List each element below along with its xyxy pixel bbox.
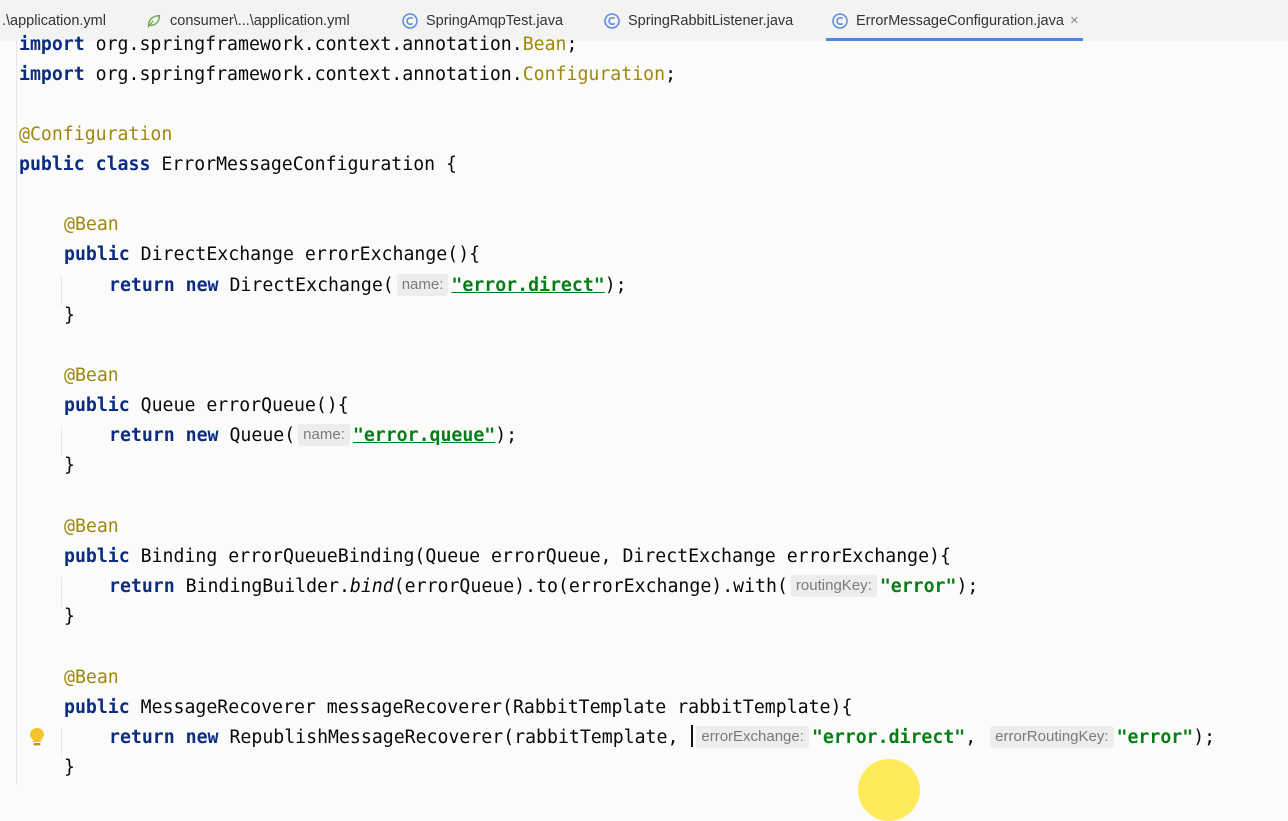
- code-line: }: [64, 455, 75, 476]
- code-line: }: [64, 606, 75, 627]
- code-line: @Bean: [64, 516, 119, 537]
- param-hint: name:: [298, 424, 350, 446]
- indent-guide: [61, 276, 62, 306]
- code-line-current: return new RepublishMessageRecoverer(rab…: [109, 725, 1216, 748]
- code-line: return BindingBuilder.bind(errorQueue).t…: [109, 575, 979, 597]
- mouse-cursor-highlight: [858, 759, 920, 821]
- lightbulb-icon[interactable]: [28, 727, 46, 747]
- code-line: @Bean: [64, 667, 119, 688]
- code-line: import org.springframework.context.annot…: [19, 34, 578, 55]
- indent-guide: [61, 577, 62, 607]
- code-line: public class ErrorMessageConfiguration {: [19, 154, 458, 175]
- class-c-icon: [402, 12, 418, 29]
- tab-errormessageconfiguration[interactable]: ErrorMessageConfiguration.java ×: [826, 0, 1083, 41]
- indent-guide: [61, 426, 62, 456]
- code-line: }: [64, 757, 75, 778]
- code-line: @Bean: [64, 365, 119, 386]
- spring-leaf-icon: [146, 13, 162, 29]
- close-icon[interactable]: ×: [1070, 12, 1079, 29]
- class-c-icon: [604, 12, 620, 29]
- param-hint: name:: [396, 274, 449, 296]
- param-hint: errorExchange:: [696, 726, 809, 748]
- code-editor[interactable]: import org.springframework.context.annot…: [0, 34, 1288, 821]
- tab-label: consumer\...\application.yml: [170, 12, 350, 29]
- code-line: public Binding errorQueueBinding(Queue e…: [64, 546, 951, 567]
- indent-guide: [16, 41, 17, 785]
- indent-guide: [61, 728, 62, 758]
- code-line: @Configuration: [19, 124, 173, 145]
- code-line: }: [64, 305, 75, 326]
- class-c-icon: [832, 12, 848, 29]
- param-hint: errorRoutingKey:: [990, 726, 1114, 748]
- code-line: import org.springframework.context.annot…: [19, 64, 677, 85]
- tab-label: SpringAmqpTest.java: [426, 12, 564, 29]
- text-caret: [691, 725, 694, 747]
- tab-label: .\application.yml: [2, 12, 106, 29]
- code-line: @Bean: [64, 214, 119, 235]
- code-line: public DirectExchange errorExchange(){: [64, 244, 481, 265]
- code-line: public Queue errorQueue(){: [64, 395, 349, 416]
- tab-label: ErrorMessageConfiguration.java: [856, 12, 1064, 29]
- code-line: return new DirectExchange(name: "error.di…: [109, 274, 627, 296]
- code-line: return new Queue(name: "error.queue");: [109, 424, 518, 446]
- tab-label: SpringRabbitListener.java: [628, 12, 794, 29]
- tab-springrabbitlistener[interactable]: SpringRabbitListener.java: [604, 0, 793, 41]
- code-line: public MessageRecoverer messageRecoverer…: [64, 697, 853, 718]
- param-hint: routingKey:: [790, 575, 877, 597]
